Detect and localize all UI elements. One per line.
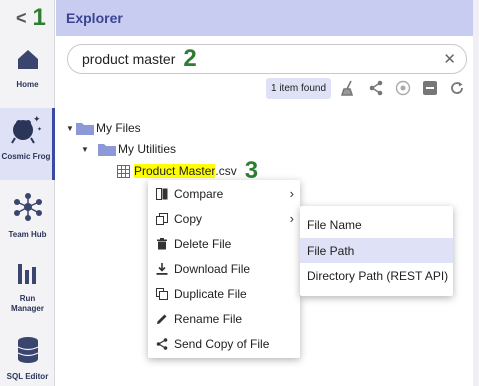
sidebar-item-cosmic-frog[interactable]: ✦ ✦ Cosmic Frog: [0, 108, 55, 180]
share-icon[interactable]: [367, 79, 385, 97]
svg-text:✦: ✦: [37, 126, 42, 133]
frog-icon: ✦ ✦: [9, 112, 43, 149]
tree-node-utilities[interactable]: ▼ My Utilities: [81, 140, 176, 158]
context-menu: Compare › Copy › Delete File Download Fi…: [148, 180, 300, 358]
menu-item-label: Download File: [174, 261, 251, 276]
target-icon[interactable]: [394, 79, 412, 97]
menu-item-label: Duplicate File: [174, 286, 247, 301]
menu-item-label: Compare: [174, 186, 224, 201]
copy-submenu: File Name File Path Directory Path (REST…: [300, 206, 453, 296]
sidebar-item-label: SQL Editor: [6, 372, 49, 381]
right-scrollbar[interactable]: [473, 0, 479, 386]
database-icon: [16, 336, 40, 369]
tree-node-label: My Files: [96, 121, 141, 135]
collapse-sidebar-button[interactable]: < 1: [16, 6, 46, 30]
refresh-icon[interactable]: [448, 79, 466, 97]
download-icon: [156, 262, 168, 275]
submenu-item-file-name[interactable]: File Name: [300, 212, 453, 237]
svg-text:✦: ✦: [33, 114, 41, 124]
page-title: Explorer: [66, 10, 123, 26]
menu-item-rename-file[interactable]: Rename File: [148, 306, 300, 331]
sidebar-item-home[interactable]: Home: [0, 46, 55, 96]
pencil-icon: [156, 313, 168, 325]
sidebar-item-sql-editor[interactable]: SQL Editor: [0, 336, 55, 382]
menu-item-compare[interactable]: Compare ›: [148, 181, 300, 206]
menu-item-label: Send Copy of File: [174, 336, 270, 351]
search-input[interactable]: product master: [82, 51, 175, 67]
clear-search-icon[interactable]: ✕: [443, 50, 456, 68]
menu-item-duplicate-file[interactable]: Duplicate File: [148, 281, 300, 306]
folder-icon: [98, 143, 116, 156]
menu-item-label: Rename File: [174, 311, 243, 326]
tree-node-file[interactable]: Product Master .csv 3: [117, 159, 258, 183]
file-extension: .csv: [215, 164, 237, 178]
collapse-all-icon[interactable]: [421, 79, 439, 97]
sidebar-item-label: Home: [16, 80, 39, 89]
bars-icon: [16, 262, 40, 291]
menu-item-download-file[interactable]: Download File: [148, 256, 300, 281]
csv-file-icon: [117, 164, 130, 178]
left-sidebar: < 1 Home ✦ ✦ Cosmic Frog Team Hub Run Ma…: [0, 0, 55, 386]
caret-down-icon[interactable]: ▼: [66, 124, 76, 133]
step-marker: 1: [32, 4, 46, 31]
sidebar-item-team-hub[interactable]: Team Hub: [0, 192, 55, 240]
search-field[interactable]: product master 2 ✕: [67, 44, 467, 74]
explorer-toolbar: 1 item found: [266, 77, 466, 99]
chevron-right-icon: ›: [289, 186, 294, 201]
broom-icon[interactable]: [340, 79, 358, 97]
caret-down-icon[interactable]: ▼: [81, 145, 91, 154]
sidebar-item-label: Cosmic Frog: [1, 152, 51, 161]
compare-icon: [156, 187, 168, 200]
copy-icon: [156, 212, 168, 225]
sidebar-item-run-manager[interactable]: Run Manager: [0, 262, 55, 313]
share-icon: [156, 337, 168, 350]
step-marker: 2: [183, 45, 197, 72]
tree-node-root[interactable]: ▼ My Files: [66, 119, 141, 137]
duplicate-icon: [156, 287, 168, 300]
trash-icon: [156, 237, 168, 250]
sidebar-item-label: Team Hub: [8, 230, 47, 239]
menu-item-copy[interactable]: Copy ›: [148, 206, 300, 231]
folder-icon: [76, 122, 94, 135]
submenu-item-file-path[interactable]: File Path: [300, 238, 453, 263]
submenu-item-directory-path[interactable]: Directory Path (REST API): [300, 263, 453, 288]
result-count-badge: 1 item found: [266, 77, 332, 99]
house-icon: [15, 46, 41, 77]
menu-item-send-copy[interactable]: Send Copy of File: [148, 331, 300, 356]
explorer-header: Explorer: [56, 0, 473, 36]
network-icon: [13, 192, 43, 227]
menu-item-delete-file[interactable]: Delete File: [148, 231, 300, 256]
menu-item-label: Copy: [174, 211, 203, 226]
chevron-left-icon: <: [16, 7, 27, 28]
sidebar-item-label: Run Manager: [11, 294, 44, 313]
search-match-highlight: Product Master: [134, 164, 216, 178]
menu-item-label: Delete File: [174, 236, 232, 251]
chevron-right-icon: ›: [289, 211, 294, 226]
tree-node-label: My Utilities: [118, 142, 177, 156]
